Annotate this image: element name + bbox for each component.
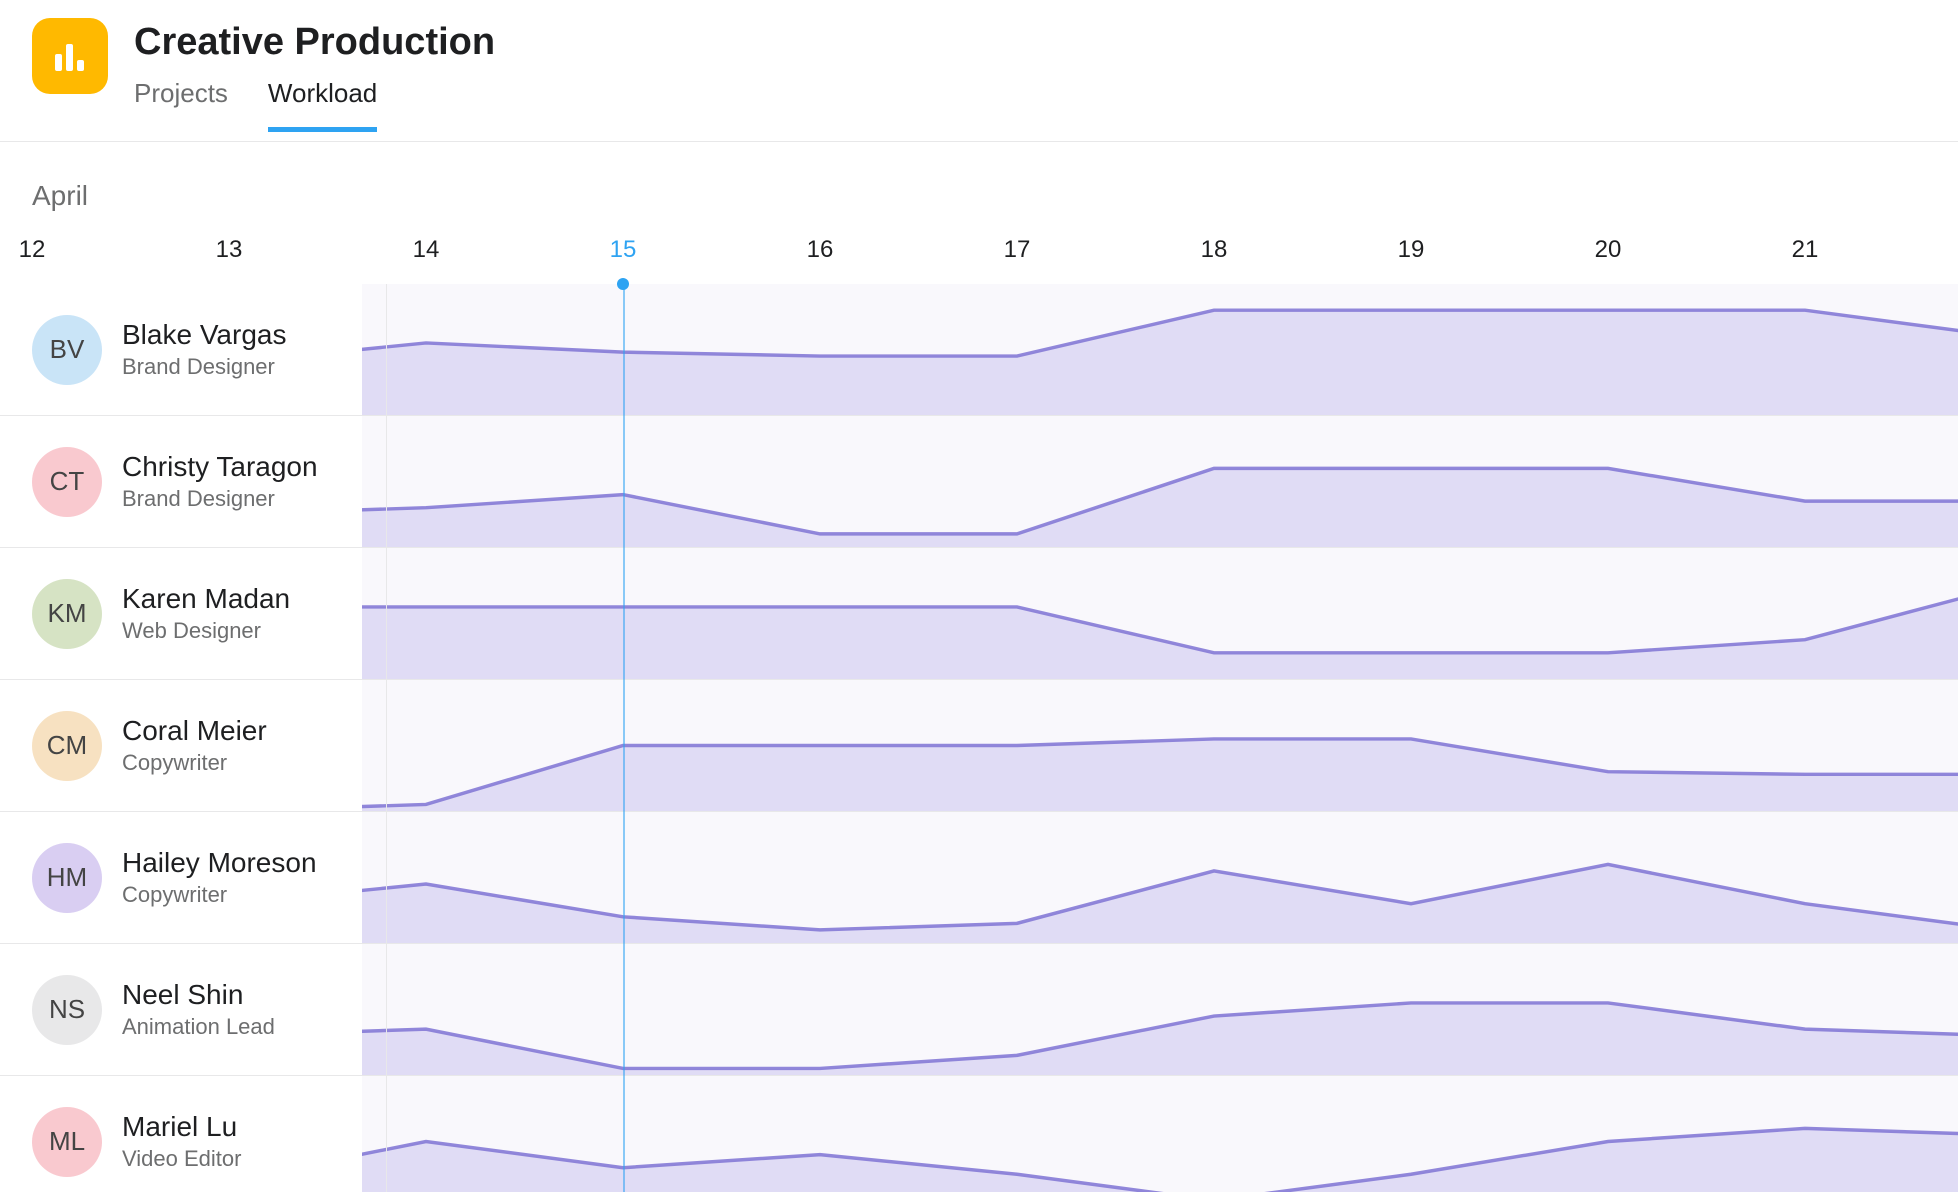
person-name: Neel Shin xyxy=(122,979,275,1011)
person-role: Copywriter xyxy=(122,750,267,776)
person-name: Christy Taragon xyxy=(122,451,318,483)
date-18[interactable]: 18 xyxy=(1201,236,1228,264)
workload-row[interactable]: CM Coral Meier Copywriter xyxy=(0,680,1958,812)
avatar: CT xyxy=(32,447,102,517)
person-role: Copywriter xyxy=(122,882,317,908)
avatar: CM xyxy=(32,711,102,781)
tab-projects[interactable]: Projects xyxy=(134,78,228,132)
workload-row[interactable]: CT Christy Taragon Brand Designer xyxy=(0,416,1958,548)
date-13[interactable]: 13 xyxy=(216,236,243,264)
person-role: Brand Designer xyxy=(122,486,318,512)
avatar: NS xyxy=(32,975,102,1045)
tab-workload[interactable]: Workload xyxy=(268,78,377,132)
date-15[interactable]: 15 xyxy=(610,236,637,264)
date-16[interactable]: 16 xyxy=(807,236,834,264)
person-cell[interactable]: ML Mariel Lu Video Editor xyxy=(32,1076,362,1192)
date-14[interactable]: 14 xyxy=(413,236,440,264)
person-info: Karen Madan Web Designer xyxy=(122,583,290,643)
avatar: HM xyxy=(32,843,102,913)
date-17[interactable]: 17 xyxy=(1004,236,1031,264)
person-cell[interactable]: BV Blake Vargas Brand Designer xyxy=(32,284,362,415)
person-info: Coral Meier Copywriter xyxy=(122,715,267,775)
date-12[interactable]: 12 xyxy=(19,236,46,264)
avatar: ML xyxy=(32,1107,102,1177)
date-track: 12 13 14 15 16 17 18 19 20 21 xyxy=(0,236,1958,284)
person-info: Christy Taragon Brand Designer xyxy=(122,451,318,511)
person-cell[interactable]: NS Neel Shin Animation Lead xyxy=(32,944,362,1075)
avatar: BV xyxy=(32,315,102,385)
workload-row[interactable]: KM Karen Madan Web Designer xyxy=(0,548,1958,680)
workload-row[interactable]: BV Blake Vargas Brand Designer xyxy=(0,284,1958,416)
date-21[interactable]: 21 xyxy=(1792,236,1819,264)
person-name: Coral Meier xyxy=(122,715,267,747)
date-20[interactable]: 20 xyxy=(1595,236,1622,264)
avatar: KM xyxy=(32,579,102,649)
tabs: Projects Workload xyxy=(134,78,495,132)
person-name: Mariel Lu xyxy=(122,1111,241,1143)
workload-row[interactable]: HM Hailey Moreson Copywriter xyxy=(0,812,1958,944)
workload-chart[interactable]: BV Blake Vargas Brand Designer CT Christy Ta… xyxy=(0,284,1958,1192)
person-role: Animation Lead xyxy=(122,1014,275,1040)
person-cell[interactable]: KM Karen Madan Web Designer xyxy=(32,548,362,679)
person-name: Hailey Moreson xyxy=(122,847,317,879)
person-role: Video Editor xyxy=(122,1146,241,1172)
person-info: Mariel Lu Video Editor xyxy=(122,1111,241,1171)
person-cell[interactable]: CT Christy Taragon Brand Designer xyxy=(32,416,362,547)
timeline-ruler: April 12131415161718192021 xyxy=(0,142,1958,284)
person-cell[interactable]: CM Coral Meier Copywriter xyxy=(32,680,362,811)
person-name: Blake Vargas xyxy=(122,319,286,351)
header-text: Creative Production Projects Workload xyxy=(134,18,495,132)
person-name: Karen Madan xyxy=(122,583,290,615)
workspace-icon xyxy=(32,18,108,94)
bar-chart-icon xyxy=(50,36,90,76)
page-title: Creative Production xyxy=(134,22,495,64)
person-info: Blake Vargas Brand Designer xyxy=(122,319,286,379)
workload-row[interactable]: ML Mariel Lu Video Editor xyxy=(0,1076,1958,1192)
today-dot xyxy=(617,278,629,290)
workload-row[interactable]: NS Neel Shin Animation Lead xyxy=(0,944,1958,1076)
person-info: Neel Shin Animation Lead xyxy=(122,979,275,1039)
people-column-divider xyxy=(386,284,387,1192)
header: Creative Production Projects Workload xyxy=(0,0,1958,142)
date-19[interactable]: 19 xyxy=(1398,236,1425,264)
person-role: Brand Designer xyxy=(122,354,286,380)
person-role: Web Designer xyxy=(122,618,290,644)
person-info: Hailey Moreson Copywriter xyxy=(122,847,317,907)
person-cell[interactable]: HM Hailey Moreson Copywriter xyxy=(32,812,362,943)
